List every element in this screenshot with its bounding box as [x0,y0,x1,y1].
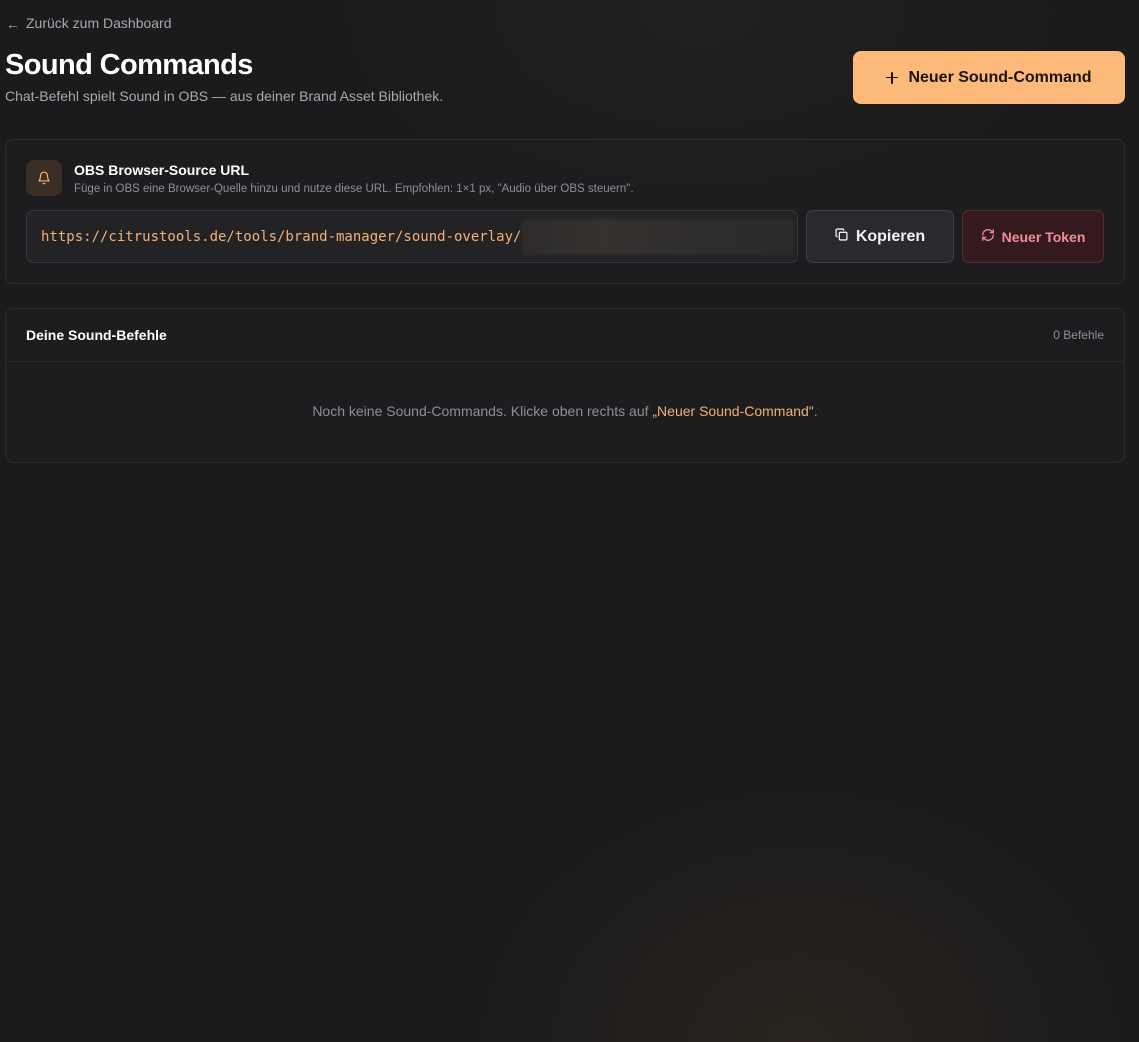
new-token-label: Neuer Token [1001,228,1086,245]
copy-icon [835,227,848,246]
redacted-token [522,218,795,255]
command-count: 0 Befehle [1053,328,1104,342]
obs-url-text: https://citrustools.de/tools/brand-manag… [41,228,522,245]
copy-button-label: Kopieren [855,227,926,245]
list-header: Deine Sound-Befehle 0 Befehle [6,309,1124,362]
copy-url-button[interactable]: Kopieren [806,210,954,263]
obs-card-title: OBS Browser-Source URL [74,162,250,178]
page-title: Sound Commands [5,49,253,81]
plus-icon [886,71,899,84]
list-title: Deine Sound-Befehle [26,327,167,343]
empty-state-text: Noch keine Sound-Commands. Klicke oben r… [312,403,653,419]
new-token-button[interactable]: Neuer Token [962,210,1104,263]
empty-state-suffix: . [813,403,818,419]
obs-url-card: OBS Browser-Source URL Füge in OBS eine … [5,139,1125,284]
bell-icon [26,160,62,196]
empty-state-message: Noch keine Sound-Commands. Klicke oben r… [6,403,1124,419]
refresh-icon [981,228,995,245]
obs-card-description: Füge in OBS eine Browser-Quelle hinzu un… [74,183,634,195]
back-link-label: Zurück zum Dashboard [26,15,172,31]
back-to-dashboard-link[interactable]: ← Zurück zum Dashboard [6,14,172,32]
arrow-left-icon: ← [6,16,20,32]
empty-state-link[interactable]: „Neuer Sound-Command" [652,403,813,419]
sound-commands-list-card: Deine Sound-Befehle 0 Befehle Noch keine… [5,308,1125,463]
obs-url-field[interactable]: https://citrustools.de/tools/brand-manag… [26,210,798,263]
new-sound-command-label: Neuer Sound-Command [908,68,1092,86]
page-subtitle: Chat-Befehl spielt Sound in OBS — aus de… [5,88,444,104]
new-sound-command-button[interactable]: Neuer Sound-Command [853,51,1125,104]
